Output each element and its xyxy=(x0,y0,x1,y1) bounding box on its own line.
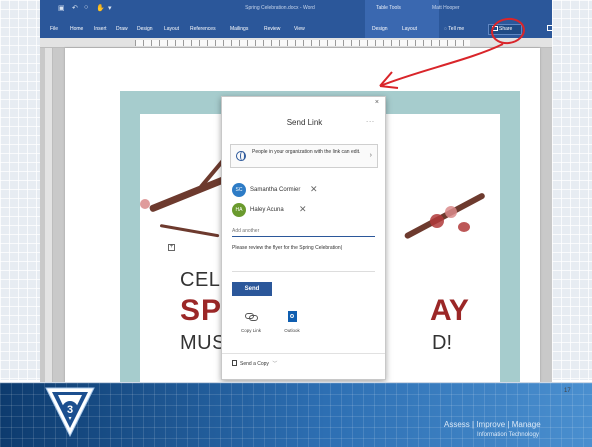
chevron-down-icon: ﹀ xyxy=(272,361,278,367)
permission-description: People in your organization with the lin… xyxy=(252,149,361,155)
table-move-handle[interactable]: + xyxy=(168,244,175,251)
tagline: Assess | Improve | Manage xyxy=(444,420,541,429)
left-tile-decoration xyxy=(0,0,40,380)
copy-link-option[interactable]: Copy Link xyxy=(233,309,269,333)
blossom-graphic xyxy=(458,222,470,232)
blossom-graphic xyxy=(140,199,150,209)
horizontal-ruler xyxy=(40,38,552,48)
remove-recipient-icon[interactable]: ✕ xyxy=(299,204,307,215)
share-icon xyxy=(492,26,498,31)
share-button[interactable]: Share xyxy=(488,24,522,35)
tab-home[interactable]: Home xyxy=(70,26,83,32)
outlook-option[interactable]: o Outlook xyxy=(274,309,310,333)
branch-graphic xyxy=(159,224,220,238)
send-button[interactable]: Send xyxy=(232,282,272,296)
svg-text:3: 3 xyxy=(67,404,73,416)
tell-me-box[interactable]: ◌ Tell me xyxy=(444,26,464,32)
tab-review[interactable]: Review xyxy=(264,26,280,32)
vertical-ruler xyxy=(45,48,53,382)
chevron-right-icon: › xyxy=(369,152,372,159)
document-title: Spring Celebration.docx - Word xyxy=(245,5,315,11)
tab-view[interactable]: View xyxy=(294,26,305,32)
link-permissions-button[interactable]: People in your organization with the lin… xyxy=(230,144,378,168)
avatar: SC xyxy=(232,183,246,197)
tab-table-design[interactable]: Design xyxy=(372,26,388,32)
redo-icon[interactable]: ○ xyxy=(84,4,88,11)
close-icon[interactable]: × xyxy=(375,99,379,106)
word-window-screenshot: ▣ ↶ ○ ✋ ▾ Spring Celebration.docx - Word… xyxy=(40,0,552,382)
globe-icon xyxy=(236,151,246,161)
remove-recipient-icon[interactable]: ✕ xyxy=(310,184,318,195)
tab-file[interactable]: File xyxy=(50,26,58,32)
send-a-copy-button[interactable]: Send a Copy ﹀ xyxy=(232,360,277,367)
right-tile-decoration xyxy=(552,0,592,380)
save-icon[interactable]: ▣ xyxy=(58,4,65,12)
flyer-heading-line3-end: D! xyxy=(432,332,452,354)
share-label: Share xyxy=(499,26,513,32)
comments-icon[interactable] xyxy=(547,25,552,31)
tell-me-label: Tell me xyxy=(448,26,465,32)
customize-toolbar-icon[interactable]: ▾ xyxy=(108,4,112,12)
message-divider xyxy=(232,271,375,272)
blossom-graphic xyxy=(445,206,457,218)
message-field[interactable]: Please review the flyer for the Spring C… xyxy=(232,245,375,251)
tab-insert[interactable]: Insert xyxy=(94,26,107,32)
lightbulb-icon: ◌ xyxy=(444,26,447,32)
tab-mailings[interactable]: Mailings xyxy=(230,26,248,32)
recipient-chip: HA Haley Acuna ✕ xyxy=(232,203,312,217)
ribbon-tabs: File Home Insert Draw Design Layout Refe… xyxy=(40,23,552,35)
avatar: HA xyxy=(232,203,246,217)
slide-number: 17 xyxy=(564,388,571,394)
table-tools-label: Table Tools xyxy=(376,5,401,11)
tab-table-layout[interactable]: Layout xyxy=(402,26,417,32)
word-ribbon: ▣ ↶ ○ ✋ ▾ Spring Celebration.docx - Word… xyxy=(40,0,552,38)
title-bar: ▣ ↶ ○ ✋ ▾ Spring Celebration.docx - Word… xyxy=(40,0,552,18)
recipient-name: Haley Acuna xyxy=(250,207,284,213)
link-icon xyxy=(244,309,259,324)
dialog-title: Send Link xyxy=(286,118,323,127)
tab-references[interactable]: References xyxy=(190,26,216,32)
document-icon xyxy=(232,360,237,366)
user-name[interactable]: Matt Hooper xyxy=(432,5,460,11)
tab-design[interactable]: Design xyxy=(137,26,153,32)
add-recipient-input[interactable] xyxy=(232,225,375,237)
undo-icon[interactable]: ↶ xyxy=(72,4,78,12)
touch-mode-icon[interactable]: ✋ xyxy=(96,4,105,12)
tab-layout[interactable]: Layout xyxy=(164,26,179,32)
outlook-label: Outlook xyxy=(284,328,300,333)
send-link-dialog: × Send Link ... People in your organizat… xyxy=(221,96,386,380)
more-options-icon[interactable]: ... xyxy=(366,117,375,124)
company-logo: 3 xyxy=(45,387,95,438)
tab-draw[interactable]: Draw xyxy=(116,26,128,32)
send-a-copy-label: Send a Copy xyxy=(240,361,269,367)
footer-divider xyxy=(222,353,385,354)
blossom-graphic xyxy=(430,214,444,228)
recipient-name: Samantha Cormier xyxy=(250,187,301,193)
copy-link-label: Copy Link xyxy=(240,328,261,333)
recipient-chip: SC Samantha Cormier ✕ xyxy=(232,183,322,197)
outlook-icon: o xyxy=(285,309,300,324)
branch-graphic xyxy=(403,192,486,240)
tagline-subtitle: Information Technology xyxy=(477,432,539,438)
flyer-heading-line2-end: AY xyxy=(430,294,469,327)
